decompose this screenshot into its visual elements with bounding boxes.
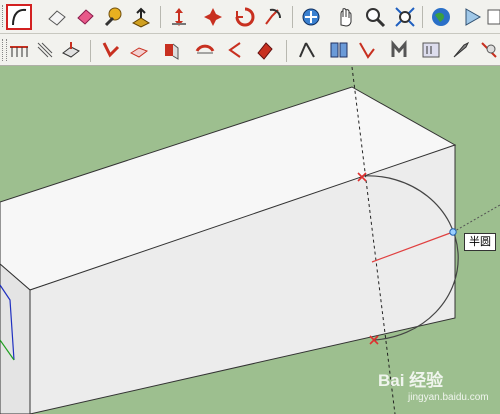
scale-icon[interactable] bbox=[126, 37, 152, 63]
offset-icon[interactable] bbox=[232, 4, 258, 30]
toolbar-secondary bbox=[0, 34, 500, 66]
upload-icon[interactable] bbox=[460, 4, 486, 30]
rotate-icon[interactable] bbox=[200, 4, 226, 30]
line-icon[interactable] bbox=[32, 37, 58, 63]
arc-tool-icon[interactable] bbox=[6, 4, 32, 30]
position-camera-icon[interactable] bbox=[158, 37, 184, 63]
tooltip-semicircle: 半圆 bbox=[464, 233, 496, 251]
axes-icon[interactable] bbox=[326, 37, 352, 63]
components-icon[interactable] bbox=[486, 4, 500, 30]
scenes-icon[interactable] bbox=[478, 37, 500, 63]
rectangle-icon[interactable] bbox=[6, 37, 32, 63]
zoom-extents-icon[interactable] bbox=[362, 4, 388, 30]
zoom-icon[interactable] bbox=[332, 4, 358, 30]
watermark-url: jingyan.baidu.com bbox=[408, 392, 489, 403]
3d-text-icon[interactable] bbox=[354, 37, 380, 63]
sketchup-window: 半圆 Bai 经验 jingyan.baidu.com bbox=[0, 0, 500, 414]
walk-icon[interactable] bbox=[192, 37, 218, 63]
drawing-viewport[interactable]: 半圆 bbox=[0, 67, 500, 414]
watermark-logo: Bai 经验 bbox=[378, 371, 444, 390]
push-pull-icon[interactable] bbox=[128, 4, 154, 30]
eraser-icon[interactable] bbox=[44, 4, 70, 30]
follow-me-icon[interactable] bbox=[98, 37, 124, 63]
paint-brush-icon[interactable] bbox=[448, 37, 474, 63]
pan-icon[interactable] bbox=[298, 4, 324, 30]
toolbar-main bbox=[0, 0, 500, 34]
move-icon[interactable] bbox=[166, 4, 192, 30]
orbit-icon[interactable] bbox=[260, 4, 286, 30]
dimension-icon[interactable] bbox=[252, 37, 278, 63]
section-plane-icon[interactable] bbox=[58, 37, 84, 63]
paint-bucket-icon[interactable] bbox=[72, 4, 98, 30]
get-models-icon[interactable] bbox=[392, 4, 418, 30]
protractor-icon[interactable] bbox=[388, 37, 414, 63]
share-model-icon[interactable] bbox=[428, 4, 454, 30]
text-icon[interactable] bbox=[294, 37, 320, 63]
tape-measure-icon[interactable] bbox=[100, 4, 126, 30]
look-around-icon[interactable] bbox=[222, 37, 248, 63]
layers-icon[interactable] bbox=[418, 37, 444, 63]
